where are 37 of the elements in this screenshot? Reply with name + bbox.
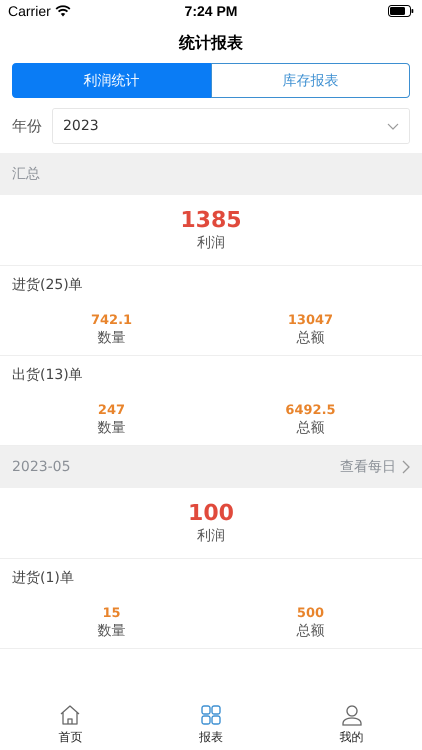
chevron-down-icon (387, 122, 399, 130)
stat-value: 15 (102, 605, 121, 622)
stat-label: 数量 (98, 419, 126, 437)
tab-bar-item[interactable]: 我的 (281, 700, 422, 750)
stat-value: 247 (98, 402, 126, 419)
wifi-icon (54, 5, 71, 17)
stat-value: 6492.5 (285, 402, 336, 419)
stat-value: 13047 (288, 312, 334, 329)
status-time: 7:24 PM (184, 3, 238, 19)
stat-value: 500 (296, 605, 324, 622)
stat-label: 总额 (296, 622, 324, 640)
year-label: 年份 (12, 116, 42, 136)
tab[interactable]: 利润统计 (12, 63, 211, 98)
person-icon (340, 704, 363, 726)
stat-label: 总额 (296, 329, 324, 347)
grid-icon (200, 704, 222, 726)
year-dropdown[interactable]: 2023 (52, 108, 410, 144)
profit-value: 100 (188, 501, 234, 527)
tab-bar-item[interactable]: 首页 (0, 700, 141, 750)
stat-label: 数量 (98, 329, 126, 347)
profit-value: 1385 (180, 208, 242, 234)
stat-label: 总额 (296, 419, 324, 437)
home-icon (59, 704, 82, 726)
tab-bar-item[interactable]: 报表 (140, 700, 282, 750)
page-title: 统计报表 (178, 32, 244, 54)
group-title: 出货(13)单 (12, 366, 84, 385)
profit-label: 利润 (197, 234, 225, 252)
carrier-label: Carrier (8, 3, 51, 19)
group-title: 进货(25)单 (12, 276, 84, 295)
group-title: 进货(1)单 (12, 569, 75, 588)
section-title: 汇总 (12, 165, 40, 183)
battery-icon (388, 5, 414, 17)
chevron-right-icon (402, 460, 410, 474)
stat-value: 742.1 (90, 312, 132, 329)
stat-label: 数量 (98, 622, 126, 640)
profit-label: 利润 (197, 527, 225, 545)
section-title: 2023-05 (12, 459, 70, 475)
